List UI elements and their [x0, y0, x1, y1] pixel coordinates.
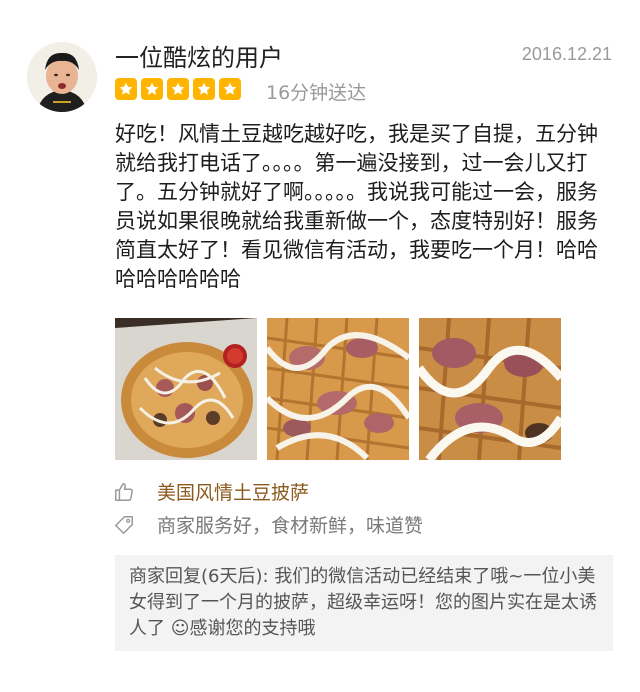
pizza-closeup-photo: [267, 318, 409, 460]
avatar-image: [27, 42, 97, 112]
recommended-dish[interactable]: 美国风情土豆披萨: [113, 478, 309, 505]
merchant-reply: 商家回复(6天后): 我们的微信活动已经结束了哦~一位小美女得到了一个月的披萨，…: [115, 555, 613, 651]
photo-gallery: [115, 318, 561, 460]
review-tags: 商家服务好，食材新鲜，味道赞: [113, 511, 423, 538]
star-icon: [141, 78, 163, 100]
review-photo-2[interactable]: [267, 318, 409, 460]
user-avatar[interactable]: [27, 42, 97, 112]
review-card: 一位酷炫的用户 2016.12.21 16分钟送达 好吃！风情土豆越吃越好吃，我…: [0, 0, 640, 692]
review-text: 好吃！风情土豆越吃越好吃，我是买了自提，五分钟就给我打电话了。。。。第一遍没接到…: [115, 122, 598, 291]
review-date: 2016.12.21: [521, 44, 612, 64]
review-photo-1[interactable]: [115, 318, 257, 460]
pizza-photo: [115, 318, 257, 460]
star-icon: [219, 78, 241, 100]
pizza-macro-photo: [419, 318, 561, 460]
review-photo-3[interactable]: [419, 318, 561, 460]
recommended-dish-label[interactable]: 美国风情土豆披萨: [157, 478, 309, 505]
thumbs-up-icon: [113, 481, 135, 503]
star-rating: [115, 78, 241, 100]
user-name[interactable]: 一位酷炫的用户: [115, 38, 283, 73]
star-icon: [115, 78, 137, 100]
tags-label: 商家服务好，食材新鲜，味道赞: [157, 515, 424, 537]
tag-icon: [113, 514, 135, 536]
star-icon: [167, 78, 189, 100]
delivery-time: 16分钟送达: [266, 82, 367, 104]
star-icon: [193, 78, 215, 100]
